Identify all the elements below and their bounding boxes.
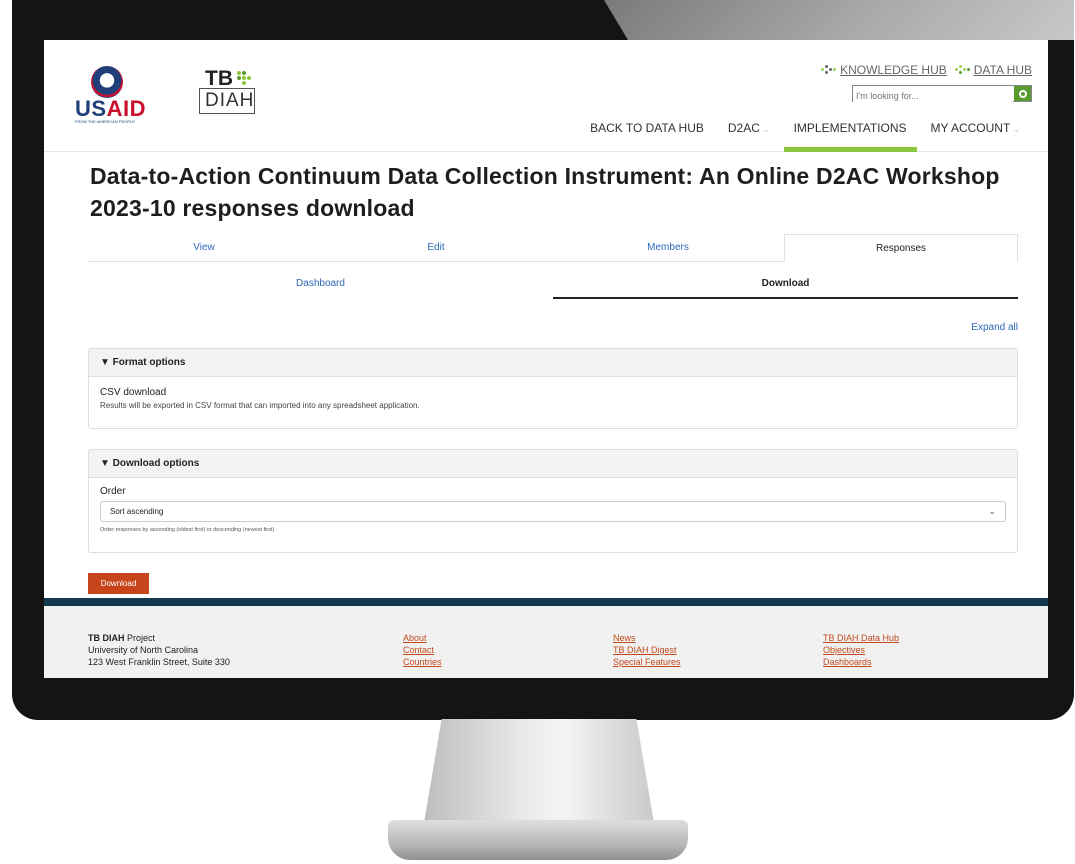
nav-implementations[interactable]: IMPLEMENTATIONS <box>782 120 919 152</box>
tab-download[interactable]: Download <box>553 272 1018 299</box>
order-hint: Order responses by ascending (oldest fir… <box>100 527 276 533</box>
footer-address: TB DIAH Project University of North Caro… <box>88 633 230 667</box>
secondary-tabs: Dashboard Download <box>88 272 1018 299</box>
monitor-stand-base <box>388 820 688 860</box>
chevron-down-icon: ⌄ <box>1013 125 1020 134</box>
tab-dashboard[interactable]: Dashboard <box>88 272 553 299</box>
knowledge-hub-link[interactable]: KNOWLEDGE HUB <box>821 63 947 77</box>
site-footer: TB DIAH Project University of North Caro… <box>44 606 1048 678</box>
hub-dots-icon <box>954 65 971 75</box>
search-input[interactable] <box>853 88 1013 104</box>
main-nav: BACK TO DATA HUB D2AC ⌄ IMPLEMENTATIONS M… <box>578 120 1032 152</box>
nav-d2ac[interactable]: D2AC ⌄ <box>716 120 782 152</box>
monitor-stand-neck <box>423 719 655 829</box>
usaid-seal-icon <box>91 66 123 98</box>
search-button[interactable] <box>1014 86 1031 101</box>
footer-link-about[interactable]: About <box>403 632 442 644</box>
footer-link-digest[interactable]: TB DIAH Digest <box>613 644 681 656</box>
footer-links-col2: About Contact Countries <box>403 632 442 668</box>
tb-diah-dots-icon <box>237 71 253 85</box>
chevron-down-icon: ⌄ <box>988 506 996 516</box>
tab-members[interactable]: Members <box>552 234 784 261</box>
hub-links: KNOWLEDGE HUB DATA HUB <box>821 63 1032 77</box>
hub-dots-icon <box>821 65 837 75</box>
footer-bar <box>44 598 1048 606</box>
site-search <box>852 85 1032 104</box>
format-options-toggle[interactable]: ▼ Format options <box>89 349 1017 377</box>
csv-download-label: CSV download <box>100 387 167 398</box>
footer-link-news[interactable]: News <box>613 632 681 644</box>
csv-download-description: Results will be exported in CSV format t… <box>100 401 420 410</box>
footer-link-dashboards[interactable]: Dashboards <box>823 656 899 668</box>
expand-all-link[interactable]: Expand all <box>971 322 1018 333</box>
usaid-logo[interactable]: USAID FROM THE AMERICAN PEOPLE <box>75 66 163 124</box>
primary-tabs: View Edit Members Responses <box>88 234 1018 262</box>
tab-edit[interactable]: Edit <box>320 234 552 261</box>
chevron-down-icon: ⌄ <box>762 125 770 134</box>
format-options-panel: ▼ Format options CSV download Results wi… <box>88 348 1018 429</box>
download-button[interactable]: Download <box>88 573 149 594</box>
download-options-panel: ▼ Download options Order Sort ascending … <box>88 449 1018 553</box>
tab-view[interactable]: View <box>88 234 320 261</box>
footer-link-contact[interactable]: Contact <box>403 644 442 656</box>
nav-my-account[interactable]: MY ACCOUNT ⌄ <box>919 120 1033 152</box>
search-icon <box>1018 89 1027 98</box>
footer-link-special-features[interactable]: Special Features <box>613 656 681 668</box>
footer-links-col4: TB DIAH Data Hub Objectives Dashboards <box>823 632 899 668</box>
page-title: Data-to-Action Continuum Data Collection… <box>90 163 1000 221</box>
tb-diah-logo[interactable]: TB DIAH <box>199 68 265 120</box>
order-select[interactable]: Sort ascending ⌄ <box>100 501 1006 522</box>
nav-back-to-data-hub[interactable]: BACK TO DATA HUB <box>578 120 716 152</box>
footer-links-col3: News TB DIAH Digest Special Features <box>613 632 681 668</box>
screen: USAID FROM THE AMERICAN PEOPLE TB DIAH K… <box>44 40 1048 678</box>
footer-org-name: TB DIAH <box>88 633 125 643</box>
footer-link-countries[interactable]: Countries <box>403 656 442 668</box>
data-hub-link[interactable]: DATA HUB <box>954 63 1032 77</box>
order-label: Order <box>100 486 126 497</box>
footer-link-objectives[interactable]: Objectives <box>823 644 899 656</box>
footer-link-data-hub[interactable]: TB DIAH Data Hub <box>823 632 899 644</box>
order-select-value: Sort ascending <box>110 507 164 516</box>
download-options-toggle[interactable]: ▼ Download options <box>89 450 1017 478</box>
usaid-tagline: FROM THE AMERICAN PEOPLE <box>75 119 135 124</box>
site-header: USAID FROM THE AMERICAN PEOPLE TB DIAH K… <box>44 40 1048 152</box>
monitor-reflection <box>604 0 1074 40</box>
tab-responses[interactable]: Responses <box>784 234 1018 262</box>
